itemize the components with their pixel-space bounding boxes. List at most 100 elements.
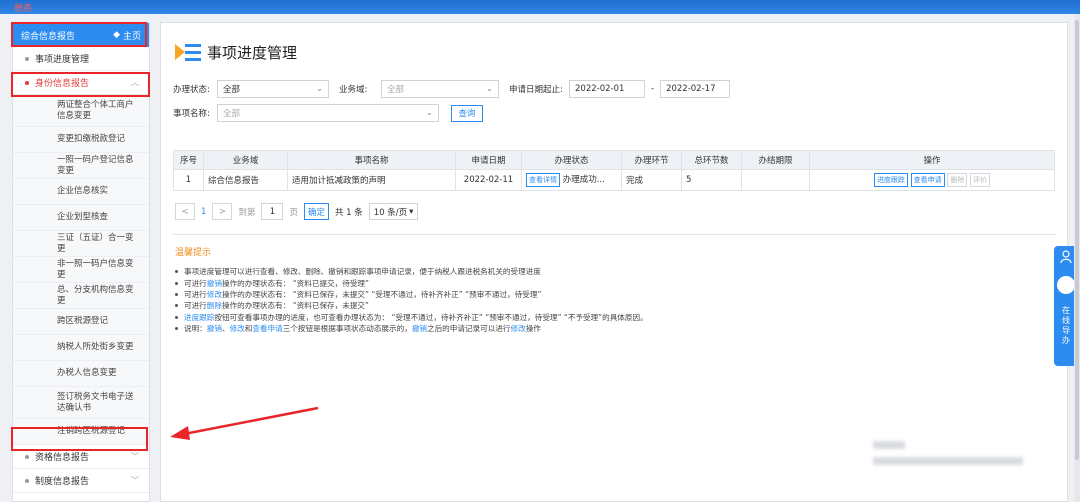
chevron-down-icon: ﹀	[131, 452, 139, 461]
date-label: 申请日期起止:	[509, 85, 563, 95]
chevron-up-icon: ︿	[131, 78, 139, 87]
sidebar-item-label: 身份信息报告	[35, 79, 90, 89]
tip-text: 操作	[525, 324, 541, 334]
table-header: 事项名称	[287, 150, 456, 170]
cell-date: 2022-02-11	[455, 169, 522, 191]
cell-stage: 完成	[621, 169, 682, 191]
tip-text: 和	[244, 324, 253, 334]
tips-title: 温馨提示	[175, 248, 212, 258]
sidebar-subitem-label: 注销跨区税源登记	[57, 426, 126, 436]
domain-label: 业务域:	[339, 85, 368, 95]
top-banner: 税务	[0, 0, 1080, 14]
table-header: 操作	[809, 150, 1055, 170]
tip-keyword: 撤销	[206, 324, 222, 334]
date-to-input[interactable]: 2022-02-17	[660, 80, 731, 98]
person-icon	[1060, 250, 1072, 264]
sidebar-subitem[interactable]: 跨区税源登记	[13, 309, 149, 335]
sidebar-item-qualification[interactable]: 资格信息报告 ﹀	[13, 445, 149, 469]
page-label: 页	[289, 207, 298, 218]
date-from-value: 2022-02-01	[575, 84, 625, 94]
cell-name: 适用加计抵减政策的声明	[287, 169, 456, 191]
tip-keyword: 修改	[510, 324, 526, 334]
chevron-down-icon: ⌄	[485, 84, 493, 94]
sidebar-item-label: 制度信息报告	[35, 477, 90, 487]
home-label: 主页	[122, 31, 141, 42]
sidebar-subitem[interactable]: 签订税务文书电子送达确认书	[13, 387, 149, 419]
view-application-button[interactable]: 查看申请	[910, 173, 945, 187]
name-select[interactable]: 全部 ⌄	[217, 104, 439, 122]
bullet-icon	[25, 80, 29, 85]
title-icon	[175, 41, 201, 63]
annotation-arrow-icon	[170, 406, 319, 440]
sidebar-subitem[interactable]: 两证整合个体工商户信息变更	[13, 95, 149, 127]
blurred-watermark	[873, 441, 905, 449]
cell-deadline	[741, 169, 810, 191]
blurred-watermark	[873, 457, 1023, 465]
tip-keyword: 删除	[206, 301, 222, 311]
logo-text: 税务	[14, 4, 33, 14]
sidebar-item-identity[interactable]: 身份信息报告 ︿	[13, 71, 149, 95]
tip-line: 事项进度管理可以进行查看、修改、删除、撤销和跟踪事项申请记录，便于纳税人跟进税务…	[175, 266, 1055, 277]
sidebar-subitem[interactable]: 企业信息核实	[13, 179, 149, 205]
progress-table: 序号 业务域 事项名称 申请日期 办理状态 办理环节 总环节数 办结期限 操作 …	[173, 150, 1055, 191]
next-page-button[interactable]: >	[212, 203, 233, 220]
table-header: 办结期限	[741, 150, 810, 170]
sidebar: 综合信息报告 ◆ 主页 事项进度管理 身份信息报告 ︿ 两证整合个体工商户信息变…	[12, 22, 150, 502]
prev-page-button[interactable]: <	[175, 203, 195, 220]
home-link[interactable]: ◆ 主页	[113, 29, 141, 42]
sidebar-header[interactable]: 综合信息报告 ◆ 主页	[13, 23, 149, 47]
date-separator: -	[651, 84, 655, 94]
sidebar-item-label: 事项进度管理	[35, 55, 90, 65]
sidebar-subitem[interactable]: 企业划型核查	[13, 205, 149, 231]
cell-domain: 综合信息报告	[203, 169, 288, 191]
tip-text: 可进行	[184, 301, 207, 311]
sidebar-subitem[interactable]: 非一照一码户信息变更	[13, 257, 149, 283]
tip-line: 说明： 撤销、修改和查看申请 三个按钮是根据事项状态动态展示的， 撤销 之后的申请记录可…	[175, 323, 1055, 334]
sidebar-subitem[interactable]: 总、分支机构信息变更	[13, 283, 149, 309]
sidebar-item-progress[interactable]: 事项进度管理	[13, 47, 149, 71]
sidebar-subitem-label: 签订税务文书电子送达确认书	[57, 391, 134, 413]
page-size-select[interactable]: 10 条/页 ▾	[368, 203, 419, 220]
tip-line: 可进行 删除 操作的办理状态有： “资料已保存，未提交”	[175, 300, 1055, 311]
table-header-row: 序号 业务域 事项名称 申请日期 办理状态 办理环节 总环节数 办结期限 操作	[173, 150, 1055, 170]
tip-text: 按钮可查看事项办理的进度，也可查看办理状态为： “受理不通过，待补齐补正” “预…	[214, 312, 648, 322]
cell-index: 1	[173, 169, 204, 191]
tip-text: 、	[221, 324, 230, 334]
cell-status: 查看详情 办理成功...	[521, 169, 622, 191]
goto-page-input[interactable]: 1	[261, 203, 284, 220]
sidebar-subitem-label: 非一照一码户信息变更	[57, 258, 134, 280]
cell-actions: 进度跟踪 查看申请 删除 评价	[809, 169, 1055, 191]
scrollbar-thumb[interactable]	[1075, 20, 1079, 460]
sidebar-subitem-cancel-cross-region[interactable]: 注销跨区税源登记	[13, 419, 149, 445]
assistant-avatar-icon	[1057, 276, 1075, 294]
domain-select[interactable]: 全部 ⌄	[381, 80, 499, 98]
evaluate-button[interactable]: 评价	[970, 173, 991, 187]
table-header: 序号	[173, 150, 204, 170]
sidebar-subitem[interactable]: 办税人信息变更	[13, 361, 149, 387]
table-header: 申请日期	[455, 150, 522, 170]
sidebar-subitem[interactable]: 一照一码户登记信息变更	[13, 153, 149, 179]
sidebar-subitem-label: 变更扣缴税款登记	[57, 134, 126, 144]
date-from-input[interactable]: 2022-02-01	[569, 80, 645, 98]
delete-button[interactable]: 删除	[947, 173, 968, 187]
table-row: 1 综合信息报告 适用加计抵减政策的声明 2022-02-11 查看详情 办理成…	[173, 169, 1055, 191]
view-detail-button[interactable]: 查看详情	[526, 173, 560, 187]
tip-text: 说明：	[184, 324, 207, 334]
track-progress-button[interactable]: 进度跟踪	[873, 173, 908, 187]
page-size-value: 10 条/页	[373, 207, 408, 218]
goto-confirm-button[interactable]: 确定	[303, 203, 329, 220]
sidebar-item-system[interactable]: 制度信息报告 ﹀	[13, 469, 149, 493]
tip-keyword: 修改	[229, 324, 245, 334]
tip-text: 可进行	[184, 278, 207, 288]
page-number[interactable]: 1	[201, 207, 206, 217]
sidebar-subitem-label: 总、分支机构信息变更	[57, 284, 134, 306]
tip-line: 可进行 修改 操作的办理状态有： “资料已保存，未提交” “受理不通过，待补齐补正”…	[175, 289, 1055, 300]
sidebar-subitem[interactable]: 纳税人所处街乡变更	[13, 335, 149, 361]
tip-text: 三个按钮是根据事项状态动态展示的，	[282, 324, 412, 334]
query-button[interactable]: 查询	[451, 104, 483, 122]
chevron-down-icon: ﹀	[131, 476, 139, 485]
sidebar-subitem[interactable]: 三证（五证）合一变更	[13, 231, 149, 257]
sidebar-subitem-label: 两证整合个体工商户信息变更	[57, 99, 134, 121]
status-select[interactable]: 全部 ⌄	[217, 80, 329, 98]
sidebar-subitem[interactable]: 变更扣缴税款登记	[13, 127, 149, 153]
